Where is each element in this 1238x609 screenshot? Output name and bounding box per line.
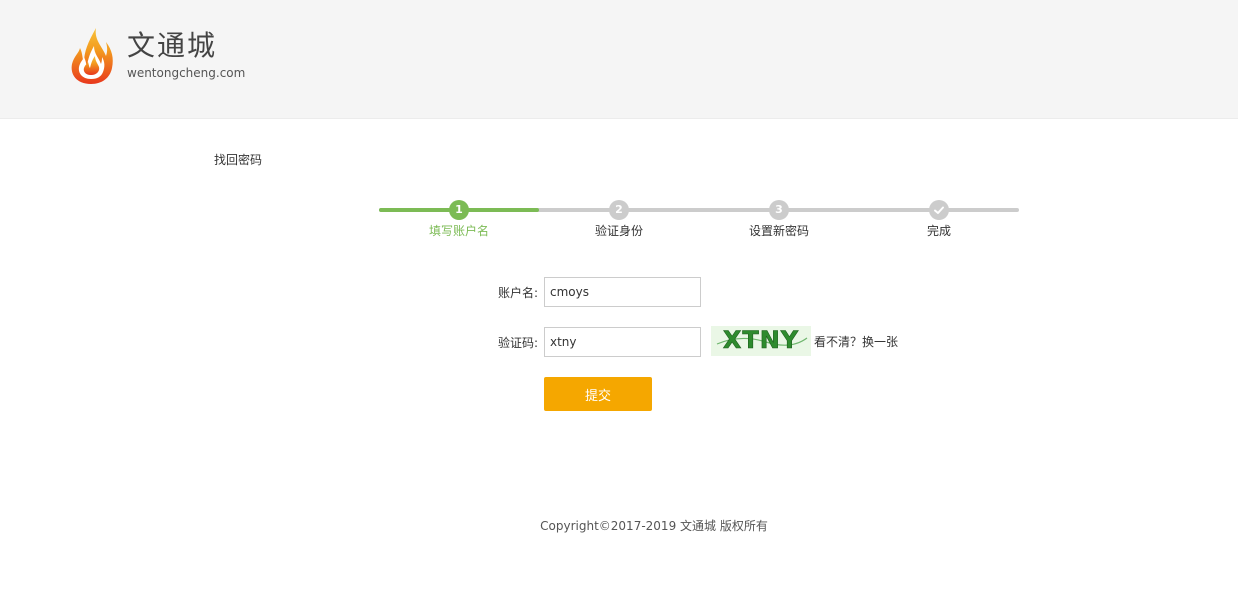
logo-title[interactable]: 文通城 xyxy=(127,28,217,64)
account-input[interactable] xyxy=(544,277,701,307)
captcha-input[interactable] xyxy=(544,327,701,357)
step-label-complete: 完成 xyxy=(926,224,951,238)
logo-domain[interactable]: wentongcheng.com xyxy=(127,65,245,81)
captcha-label: 验证码: xyxy=(497,336,538,350)
flame-icon[interactable] xyxy=(68,24,114,86)
site-header: 文通城 wentongcheng.com xyxy=(0,0,1238,119)
step-verify-identity: 2 验证身份 xyxy=(539,200,699,242)
footer-copyright: Copyright©2017-2019 文通城 版权所有 xyxy=(540,519,768,533)
submit-button[interactable]: 提交 xyxy=(544,377,652,411)
step-label-verify-identity: 验证身份 xyxy=(594,224,643,238)
step-number-1: 1 xyxy=(449,200,469,220)
captcha-refresh-link[interactable]: 看不清？换一张 xyxy=(814,334,898,350)
step-label-fill-account: 填写账户名 xyxy=(428,224,489,238)
page-title: 找回密码 xyxy=(214,153,263,167)
step-set-password: 3 设置新密码 xyxy=(699,200,859,242)
step-fill-account: 1 填写账户名 xyxy=(379,200,539,242)
step-number-2: 2 xyxy=(609,200,629,220)
check-icon xyxy=(929,200,949,220)
account-label: 账户名: xyxy=(497,286,538,300)
step-label-set-password: 设置新密码 xyxy=(748,224,809,238)
step-number-3: 3 xyxy=(769,200,789,220)
captcha-text: XTNY xyxy=(723,326,799,354)
captcha-image[interactable]: XTNY xyxy=(711,326,811,356)
step-complete: 完成 xyxy=(859,200,1019,242)
